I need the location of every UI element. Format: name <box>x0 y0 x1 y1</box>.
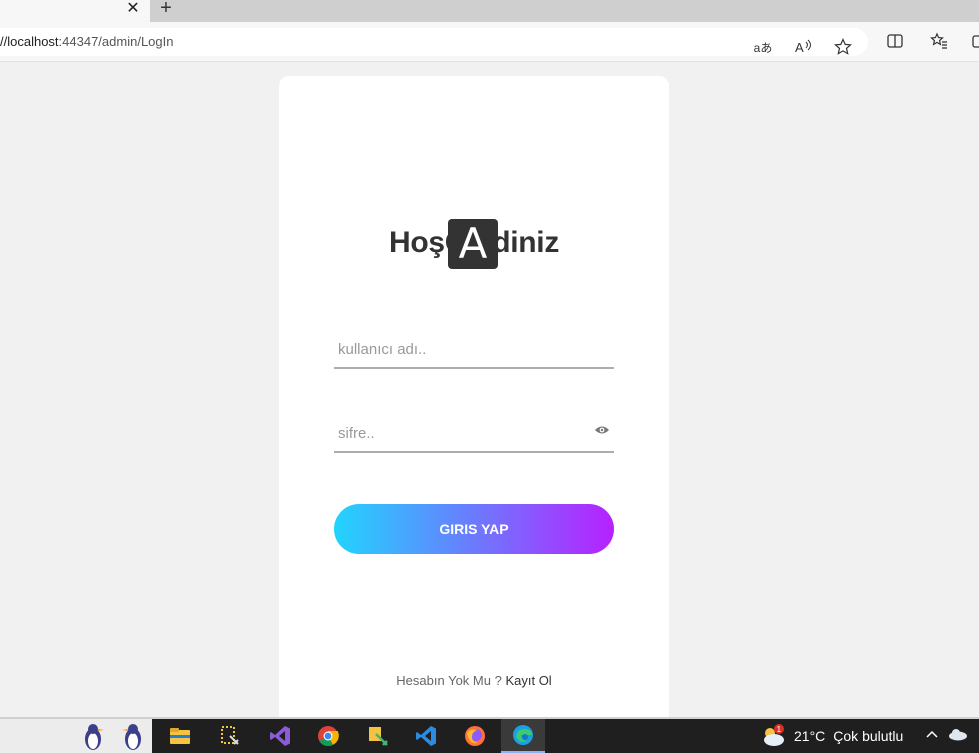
username-field <box>334 329 614 369</box>
active-tab[interactable]: ✕ <box>0 0 150 22</box>
svg-text:A: A <box>795 40 804 55</box>
temperature: 21°C <box>794 728 826 744</box>
split-screen-icon[interactable] <box>884 30 906 52</box>
onedrive-cloud-icon[interactable] <box>948 727 968 744</box>
read-aloud-icon[interactable]: A <box>792 36 814 58</box>
penguin-icon <box>85 724 104 750</box>
taskbar-widget-area <box>0 719 152 753</box>
browser-toolbar: //localhost:44347/admin/LogIn aあ A <box>0 22 979 62</box>
new-tab-button[interactable]: + <box>155 0 177 18</box>
chevron-up-icon[interactable] <box>925 727 939 744</box>
collections-icon[interactable] <box>968 30 979 52</box>
cloudy-weather-icon: 1 <box>764 724 784 746</box>
favorite-star-icon[interactable] <box>832 36 854 58</box>
address-bar[interactable]: //localhost:44347/admin/LogIn aあ A <box>0 28 868 56</box>
signup-link[interactable]: Kayıt Ol <box>505 673 551 688</box>
login-button[interactable]: GIRIS YAP <box>334 504 614 554</box>
browser-tab-strip: ✕ + <box>0 0 979 22</box>
translate-icon[interactable]: aあ <box>752 36 774 58</box>
favorites-icon[interactable] <box>928 30 950 52</box>
file-explorer-icon[interactable] <box>158 719 202 753</box>
logo: A <box>448 219 498 269</box>
weather-widget[interactable]: 1 21°C Çok bulutlu <box>760 719 903 753</box>
show-password-eye-icon[interactable] <box>594 423 610 437</box>
tool-icon[interactable] <box>356 719 400 753</box>
vscode-icon[interactable] <box>404 719 448 753</box>
visual-studio-icon[interactable] <box>258 719 302 753</box>
edge-icon[interactable] <box>501 719 545 753</box>
penguin-icon <box>122 724 141 750</box>
firefox-icon[interactable] <box>453 719 497 753</box>
signup-row: Hesabın Yok Mu ? Kayıt Ol <box>279 673 669 688</box>
username-input[interactable] <box>338 337 588 361</box>
password-field <box>334 413 614 453</box>
signup-prompt: Hesabın Yok Mu ? <box>396 673 502 688</box>
weather-badge: 1 <box>777 725 782 734</box>
password-input[interactable] <box>338 421 588 445</box>
url-text[interactable]: //localhost:44347/admin/LogIn <box>0 34 173 49</box>
taskbar: 1 21°C Çok bulutlu <box>0 717 979 753</box>
visual-studio-installer-icon[interactable] <box>208 719 252 753</box>
tab-close-button[interactable]: ✕ <box>122 0 144 18</box>
weather-description: Çok bulutlu <box>833 728 904 744</box>
login-card: HoşGeldiniz A GIRIS YAP Hesabın Yok Mu ?… <box>279 76 669 726</box>
chrome-icon[interactable] <box>306 719 350 753</box>
